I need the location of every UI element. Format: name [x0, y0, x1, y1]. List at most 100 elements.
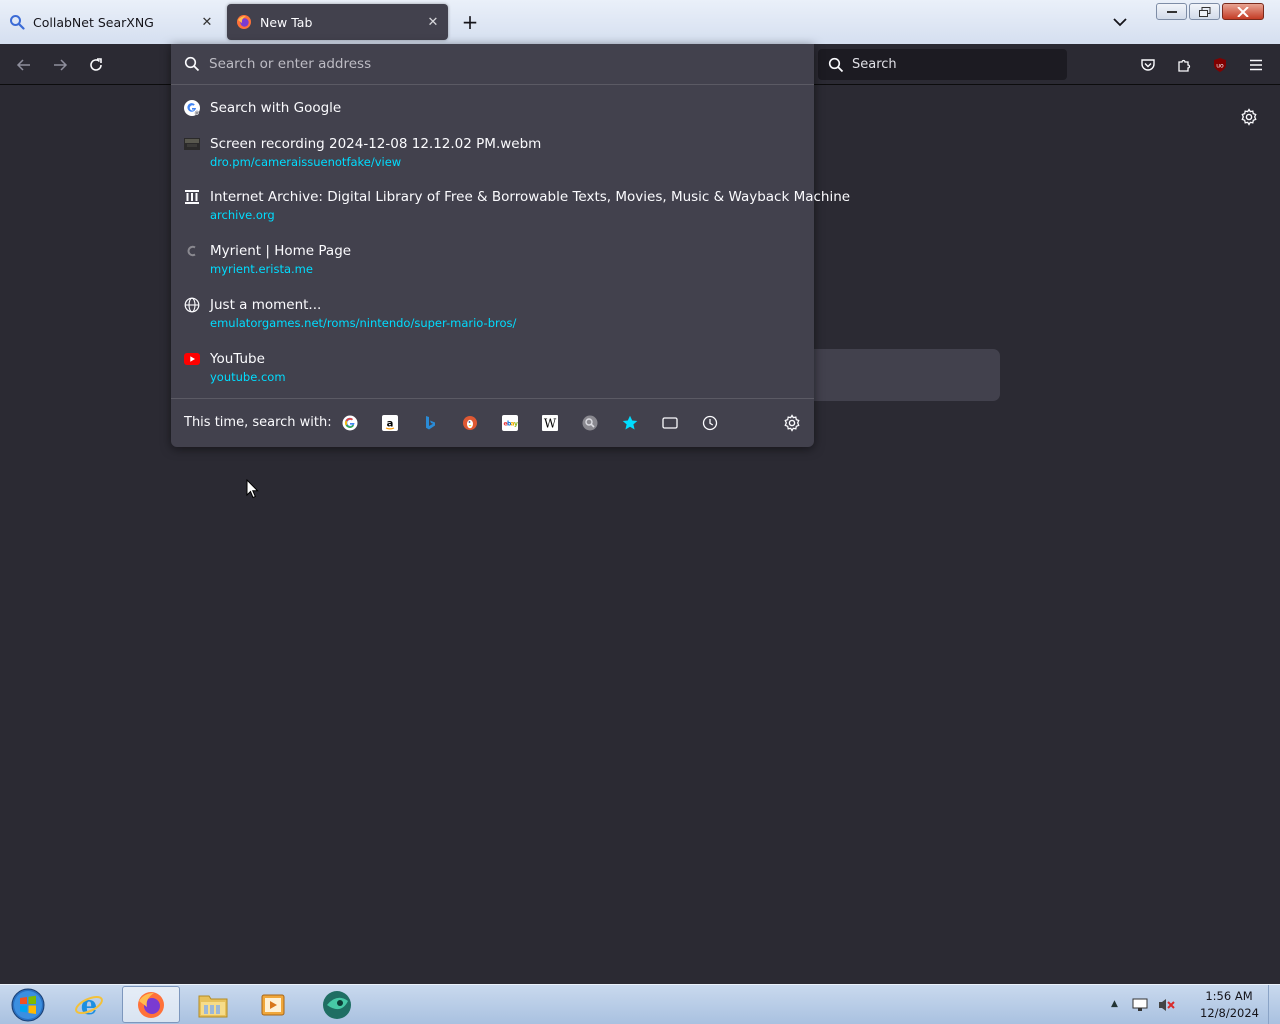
minimize-button[interactable]: [1156, 3, 1187, 20]
taskbar-clock[interactable]: 1:56 AM 12/8/2024: [1200, 988, 1259, 1022]
result-title: Myrient | Home Page: [210, 243, 352, 259]
tab-title: CollabNet SearXNG: [33, 14, 154, 30]
result-internet-archive[interactable]: Internet Archive: Digital Library of Fre…: [171, 188, 850, 228]
pocket-icon: [1141, 59, 1155, 71]
result-screen-recording[interactable]: Screen recording 2024-12-08 12.12.02 PM.…: [171, 135, 814, 175]
urlbar-input[interactable]: [209, 53, 789, 75]
reload-icon: [90, 58, 102, 71]
result-url: emulatorgames.net/roms/nintendo/super-ma…: [210, 316, 517, 330]
history-icon[interactable]: [699, 412, 721, 434]
personalize-new-tab-button[interactable]: [1236, 104, 1262, 130]
windows-orb-icon: [11, 988, 45, 1021]
taskbar-firefox[interactable]: [122, 986, 180, 1023]
search-icon: [184, 56, 200, 72]
result-title: YouTube: [210, 351, 265, 367]
search-icon: [9, 14, 25, 30]
duckduckgo-icon[interactable]: [459, 412, 481, 434]
windows-taskbar: e ▲ 1:56 AM 12/8/2024: [0, 984, 1280, 1024]
globe-icon: [183, 296, 201, 314]
search-bar-label: Search: [852, 57, 897, 72]
start-button[interactable]: [0, 986, 56, 1023]
wikipedia-icon[interactable]: W: [539, 412, 561, 434]
youtube-icon: [183, 350, 201, 368]
result-search-with-google[interactable]: Search with Google: [171, 99, 814, 121]
hamburger-menu-icon: [1250, 59, 1262, 71]
taskbar-media-player[interactable]: [244, 986, 302, 1023]
result-title: Internet Archive: Digital Library of Fre…: [210, 189, 851, 205]
gear-icon: [784, 414, 800, 432]
search-icon: [828, 57, 844, 72]
action-center-icon[interactable]: [1132, 997, 1148, 1017]
newtab-search-box[interactable]: [800, 349, 1000, 401]
google-icon[interactable]: [339, 412, 361, 434]
tab-strip: CollabNet SearXNG ✕ New Tab ✕ +: [0, 0, 1280, 44]
taskbar-internet-explorer[interactable]: e: [60, 986, 118, 1023]
svg-text:e: e: [81, 991, 98, 1020]
result-myrient[interactable]: Myrient | Home Page myrient.erista.me: [171, 242, 814, 282]
result-just-a-moment[interactable]: Just a moment... emulatorgames.net/roms/…: [171, 296, 814, 336]
forward-button[interactable]: [47, 52, 73, 78]
myrient-icon: [183, 242, 201, 260]
result-url: archive.org: [210, 208, 275, 222]
close-tab-icon[interactable]: ✕: [198, 13, 216, 31]
tab-new-tab[interactable]: New Tab ✕: [227, 4, 448, 40]
back-button[interactable]: [11, 52, 37, 78]
arrow-left-icon: [16, 59, 30, 71]
window-close-button[interactable]: [1222, 3, 1264, 20]
svg-text:y: y: [514, 421, 518, 428]
clock-date: 12/8/2024: [1200, 1006, 1259, 1020]
internet-explorer-icon: e: [75, 991, 103, 1020]
urlbar: [171, 44, 814, 85]
search-bar[interactable]: Search: [818, 49, 1067, 80]
folder-icon: [198, 995, 228, 1017]
taskbar-app[interactable]: [308, 986, 366, 1023]
close-tab-icon[interactable]: ✕: [424, 13, 442, 31]
svg-text:uo: uo: [1216, 63, 1224, 70]
result-title: Search with Google: [210, 100, 342, 116]
svg-text:a: a: [387, 419, 394, 430]
one-off-search-buttons: This time, search with: a ebay W: [171, 398, 814, 447]
search-settings-button[interactable]: [781, 412, 803, 434]
ublock-shield-icon: uo: [1214, 58, 1226, 72]
taskbar-windows-explorer[interactable]: [184, 986, 242, 1023]
tabs-icon[interactable]: [659, 412, 681, 434]
restore-button[interactable]: [1189, 3, 1220, 20]
show-hidden-icons-icon[interactable]: ▲: [1111, 999, 1118, 1009]
result-title: Just a moment...: [210, 297, 322, 313]
new-tab-button[interactable]: +: [458, 10, 482, 34]
clock-time: 1:56 AM: [1205, 989, 1253, 1003]
tab-title: New Tab: [260, 14, 313, 30]
result-title: Screen recording 2024-12-08 12.12.02 PM.…: [210, 136, 542, 152]
result-youtube[interactable]: YouTube youtube.com: [171, 350, 814, 390]
volume-muted-icon[interactable]: [1158, 997, 1176, 1017]
firefox-icon: [138, 991, 164, 1018]
svg-text:W: W: [544, 417, 557, 431]
reload-button[interactable]: [83, 52, 109, 78]
result-url: youtube.com: [210, 370, 286, 384]
media-player-icon: [261, 994, 285, 1015]
mouse-cursor-icon: [246, 478, 260, 503]
chevron-down-icon: [1113, 18, 1127, 27]
google-search-icon: [183, 99, 201, 117]
bing-icon[interactable]: [419, 412, 441, 434]
extensions-button[interactable]: [1171, 52, 1197, 78]
show-desktop-button[interactable]: [1268, 985, 1280, 1024]
result-url: myrient.erista.me: [210, 262, 313, 276]
ublock-origin-button[interactable]: uo: [1207, 52, 1233, 78]
archive-icon: [183, 188, 201, 206]
firefox-icon: [236, 14, 252, 30]
result-url: dro.pm/cameraissuenotfake/view: [210, 155, 402, 169]
one-off-label: This time, search with:: [184, 415, 332, 430]
amazon-icon[interactable]: a: [379, 412, 401, 434]
arrow-right-icon: [54, 59, 68, 71]
searxng-icon[interactable]: [579, 412, 601, 434]
urlbar-dropdown: Search with Google Screen recording 2024…: [171, 44, 850, 447]
list-all-tabs-button[interactable]: [1108, 10, 1132, 34]
app-menu-button[interactable]: [1243, 52, 1269, 78]
pocket-button[interactable]: [1135, 52, 1161, 78]
ebay-icon[interactable]: ebay: [499, 412, 521, 434]
bookmarks-star-icon[interactable]: [619, 412, 641, 434]
app-icon: [323, 990, 351, 1019]
tab-collabnet-searxng[interactable]: CollabNet SearXNG ✕: [0, 4, 222, 40]
puzzle-piece-icon: [1178, 59, 1191, 72]
